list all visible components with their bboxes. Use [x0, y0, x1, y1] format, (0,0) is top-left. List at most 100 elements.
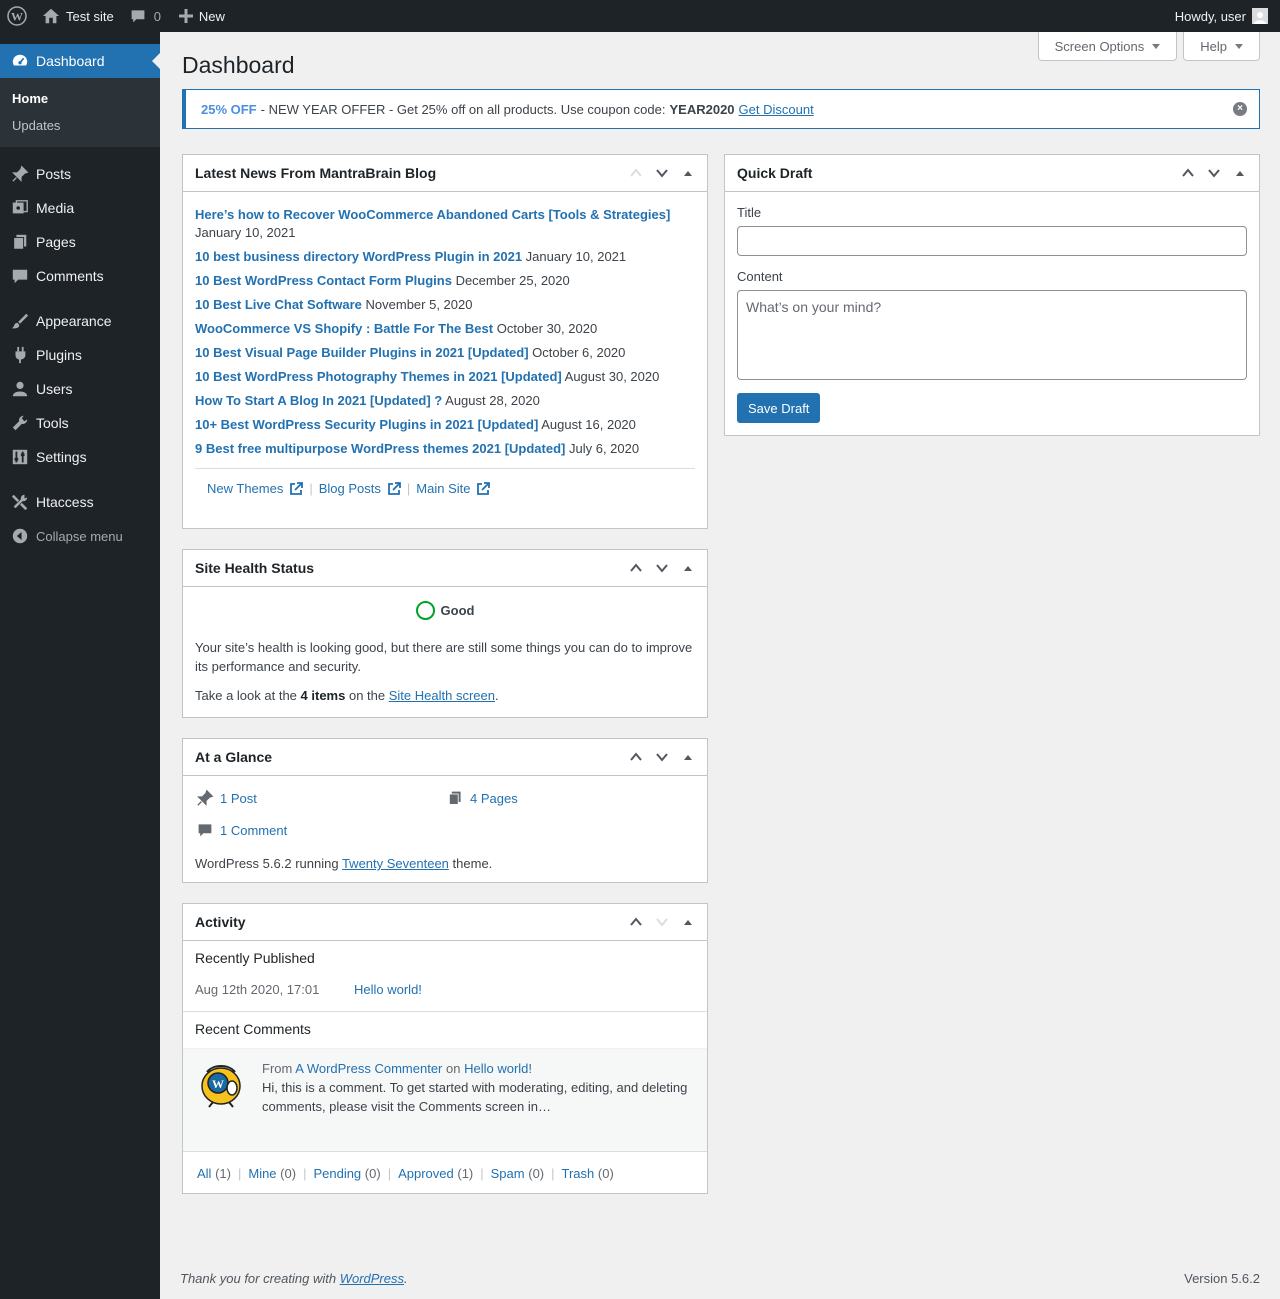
submenu-updates[interactable]: Updates: [0, 112, 160, 139]
news-item-link[interactable]: 9 Best free multipurpose WordPress theme…: [195, 441, 565, 456]
filter-all[interactable]: All (1): [197, 1166, 231, 1181]
news-item-link[interactable]: 10 best business directory WordPress Plu…: [195, 249, 522, 264]
dashboard-icon: [10, 51, 30, 71]
news-item-date: November 5, 2020: [365, 297, 473, 312]
title-input[interactable]: [737, 226, 1247, 256]
menu-dashboard[interactable]: Dashboard: [0, 44, 160, 78]
footer-version: Version 5.6.2: [1184, 1271, 1260, 1286]
news-item-link[interactable]: 10+ Best WordPress Security Plugins in 2…: [195, 417, 538, 432]
at-a-glance-title: At a Glance: [195, 749, 273, 765]
commenter-avatar: W: [199, 1062, 249, 1112]
move-up-icon[interactable]: [623, 739, 649, 775]
health-status: Good: [195, 601, 695, 620]
wordpress-link[interactable]: WordPress: [340, 1271, 404, 1286]
menu-comments[interactable]: Comments: [0, 259, 160, 293]
menu-settings[interactable]: Settings: [0, 440, 160, 474]
main-site-link[interactable]: Main Site: [416, 481, 491, 496]
my-account[interactable]: Howdy, user: [1175, 8, 1280, 24]
move-down-icon[interactable]: [649, 904, 675, 940]
menu-htaccess[interactable]: Htaccess: [0, 485, 160, 519]
get-discount-link[interactable]: Get Discount: [739, 102, 814, 117]
recently-published: Recently Published Aug 12th 2020, 17:01 …: [183, 941, 707, 1011]
home-icon: [42, 7, 60, 25]
screen-options-button[interactable]: Screen Options: [1037, 32, 1178, 61]
glance-theme-suffix: theme.: [452, 856, 493, 871]
menu-htaccess-label: Htaccess: [36, 494, 94, 510]
news-item-link[interactable]: Here’s how to Recover WooCommerce Abando…: [195, 207, 670, 222]
move-up-icon[interactable]: [623, 155, 649, 191]
save-draft-button[interactable]: Save Draft: [737, 393, 821, 423]
move-down-icon[interactable]: [649, 550, 675, 586]
collapse-menu-button[interactable]: Collapse menu: [0, 519, 160, 553]
move-up-icon[interactable]: [623, 904, 649, 940]
theme-link[interactable]: Twenty Seventeen: [342, 856, 449, 871]
news-widget-header: Latest News From MantraBrain Blog: [183, 155, 707, 192]
at-a-glance-widget: At a Glance 1 Post 4 Pages 1 Comment Wor…: [182, 738, 708, 883]
plugin-icon: [10, 345, 30, 365]
comments-link[interactable]: 0: [122, 0, 169, 32]
notice-text: - NEW YEAR OFFER - Get 25% off on all pr…: [260, 101, 666, 117]
filter-trash[interactable]: Trash (0): [562, 1166, 614, 1181]
comment-body: From A WordPress Commenter on Hello worl…: [262, 1061, 695, 1139]
comment-post-link[interactable]: Hello world!: [464, 1061, 532, 1076]
toggle-panel-icon[interactable]: [675, 739, 701, 775]
menu-users[interactable]: Users: [0, 372, 160, 406]
filter-pending[interactable]: Pending (0): [313, 1166, 380, 1181]
move-up-icon[interactable]: [1175, 155, 1201, 191]
dismiss-notice-icon[interactable]: ×: [1233, 102, 1247, 116]
news-list: Here’s how to Recover WooCommerce Abando…: [183, 192, 707, 508]
filter-mine[interactable]: Mine (0): [248, 1166, 296, 1181]
menu-appearance[interactable]: Appearance: [0, 304, 160, 338]
glance-posts-link[interactable]: 1 Post: [220, 791, 257, 806]
blog-posts-link[interactable]: Blog Posts: [319, 481, 401, 496]
toggle-panel-icon[interactable]: [675, 550, 701, 586]
news-item-date: January 10, 2021: [525, 249, 627, 264]
site-health-body: Good Your site’s health is looking good,…: [183, 587, 707, 715]
coupon-code: YEAR2020: [669, 101, 735, 117]
site-health-link[interactable]: Site Health screen: [389, 688, 495, 703]
news-item: 10 Best Visual Page Builder Plugins in 2…: [195, 344, 695, 362]
published-row: Aug 12th 2020, 17:01 Hello world!: [195, 982, 695, 1011]
news-item: 10 best business directory WordPress Plu…: [195, 248, 695, 266]
new-content-link[interactable]: New: [169, 0, 233, 32]
toggle-panel-icon[interactable]: [1227, 155, 1253, 191]
menu-tools[interactable]: Tools: [0, 406, 160, 440]
news-item-link[interactable]: 10 Best Visual Page Builder Plugins in 2…: [195, 345, 529, 360]
filter-mine-count: (0): [280, 1166, 297, 1181]
at-a-glance-body: 1 Post 4 Pages 1 Comment WordPress 5.6.2…: [183, 776, 707, 883]
toggle-panel-icon[interactable]: [675, 155, 701, 191]
toggle-panel-icon[interactable]: [675, 904, 701, 940]
comment-author-link[interactable]: A WordPress Commenter: [295, 1061, 442, 1076]
filter-approved[interactable]: Approved (1): [398, 1166, 473, 1181]
health-items-line: Take a look at the 4 items on the Site H…: [195, 688, 695, 703]
page-title: Dashboard: [182, 52, 295, 78]
filter-spam[interactable]: Spam (0): [491, 1166, 544, 1181]
comment-bubble-icon: [130, 8, 146, 24]
move-down-icon[interactable]: [649, 155, 675, 191]
offer-notice: 25% OFF - NEW YEAR OFFER - Get 25% off o…: [182, 89, 1260, 129]
menu-plugins[interactable]: Plugins: [0, 338, 160, 372]
new-themes-link[interactable]: New Themes: [207, 481, 304, 496]
menu-media[interactable]: Media: [0, 191, 160, 225]
news-item-link[interactable]: 10 Best Live Chat Software: [195, 297, 362, 312]
glance-comments-link[interactable]: 1 Comment: [220, 823, 287, 838]
menu-posts[interactable]: Posts: [0, 157, 160, 191]
news-item-link[interactable]: 10 Best WordPress Contact Form Plugins: [195, 273, 452, 288]
glance-pages-link[interactable]: 4 Pages: [470, 791, 518, 806]
wp-logo-menu[interactable]: W: [0, 0, 34, 32]
news-item-link[interactable]: 10 Best WordPress Photography Themes in …: [195, 369, 562, 384]
filter-approved-count: (1): [457, 1166, 474, 1181]
filter-approved-label: Approved: [398, 1166, 454, 1181]
published-post-link[interactable]: Hello world!: [354, 982, 422, 997]
activity-widget: Activity Recently Published Aug 12th 202…: [182, 903, 708, 1194]
help-button[interactable]: Help: [1183, 32, 1260, 61]
news-item-link[interactable]: WooCommerce VS Shopify : Battle For The …: [195, 321, 493, 336]
content-textarea[interactable]: What’s on your mind?: [737, 290, 1247, 380]
move-up-icon[interactable]: [623, 550, 649, 586]
news-item-link[interactable]: How To Start A Blog In 2021 [Updated] ?: [195, 393, 442, 408]
site-name-link[interactable]: Test site: [34, 0, 122, 32]
move-down-icon[interactable]: [649, 739, 675, 775]
menu-pages[interactable]: Pages: [0, 225, 160, 259]
move-down-icon[interactable]: [1201, 155, 1227, 191]
submenu-home[interactable]: Home: [0, 85, 160, 112]
